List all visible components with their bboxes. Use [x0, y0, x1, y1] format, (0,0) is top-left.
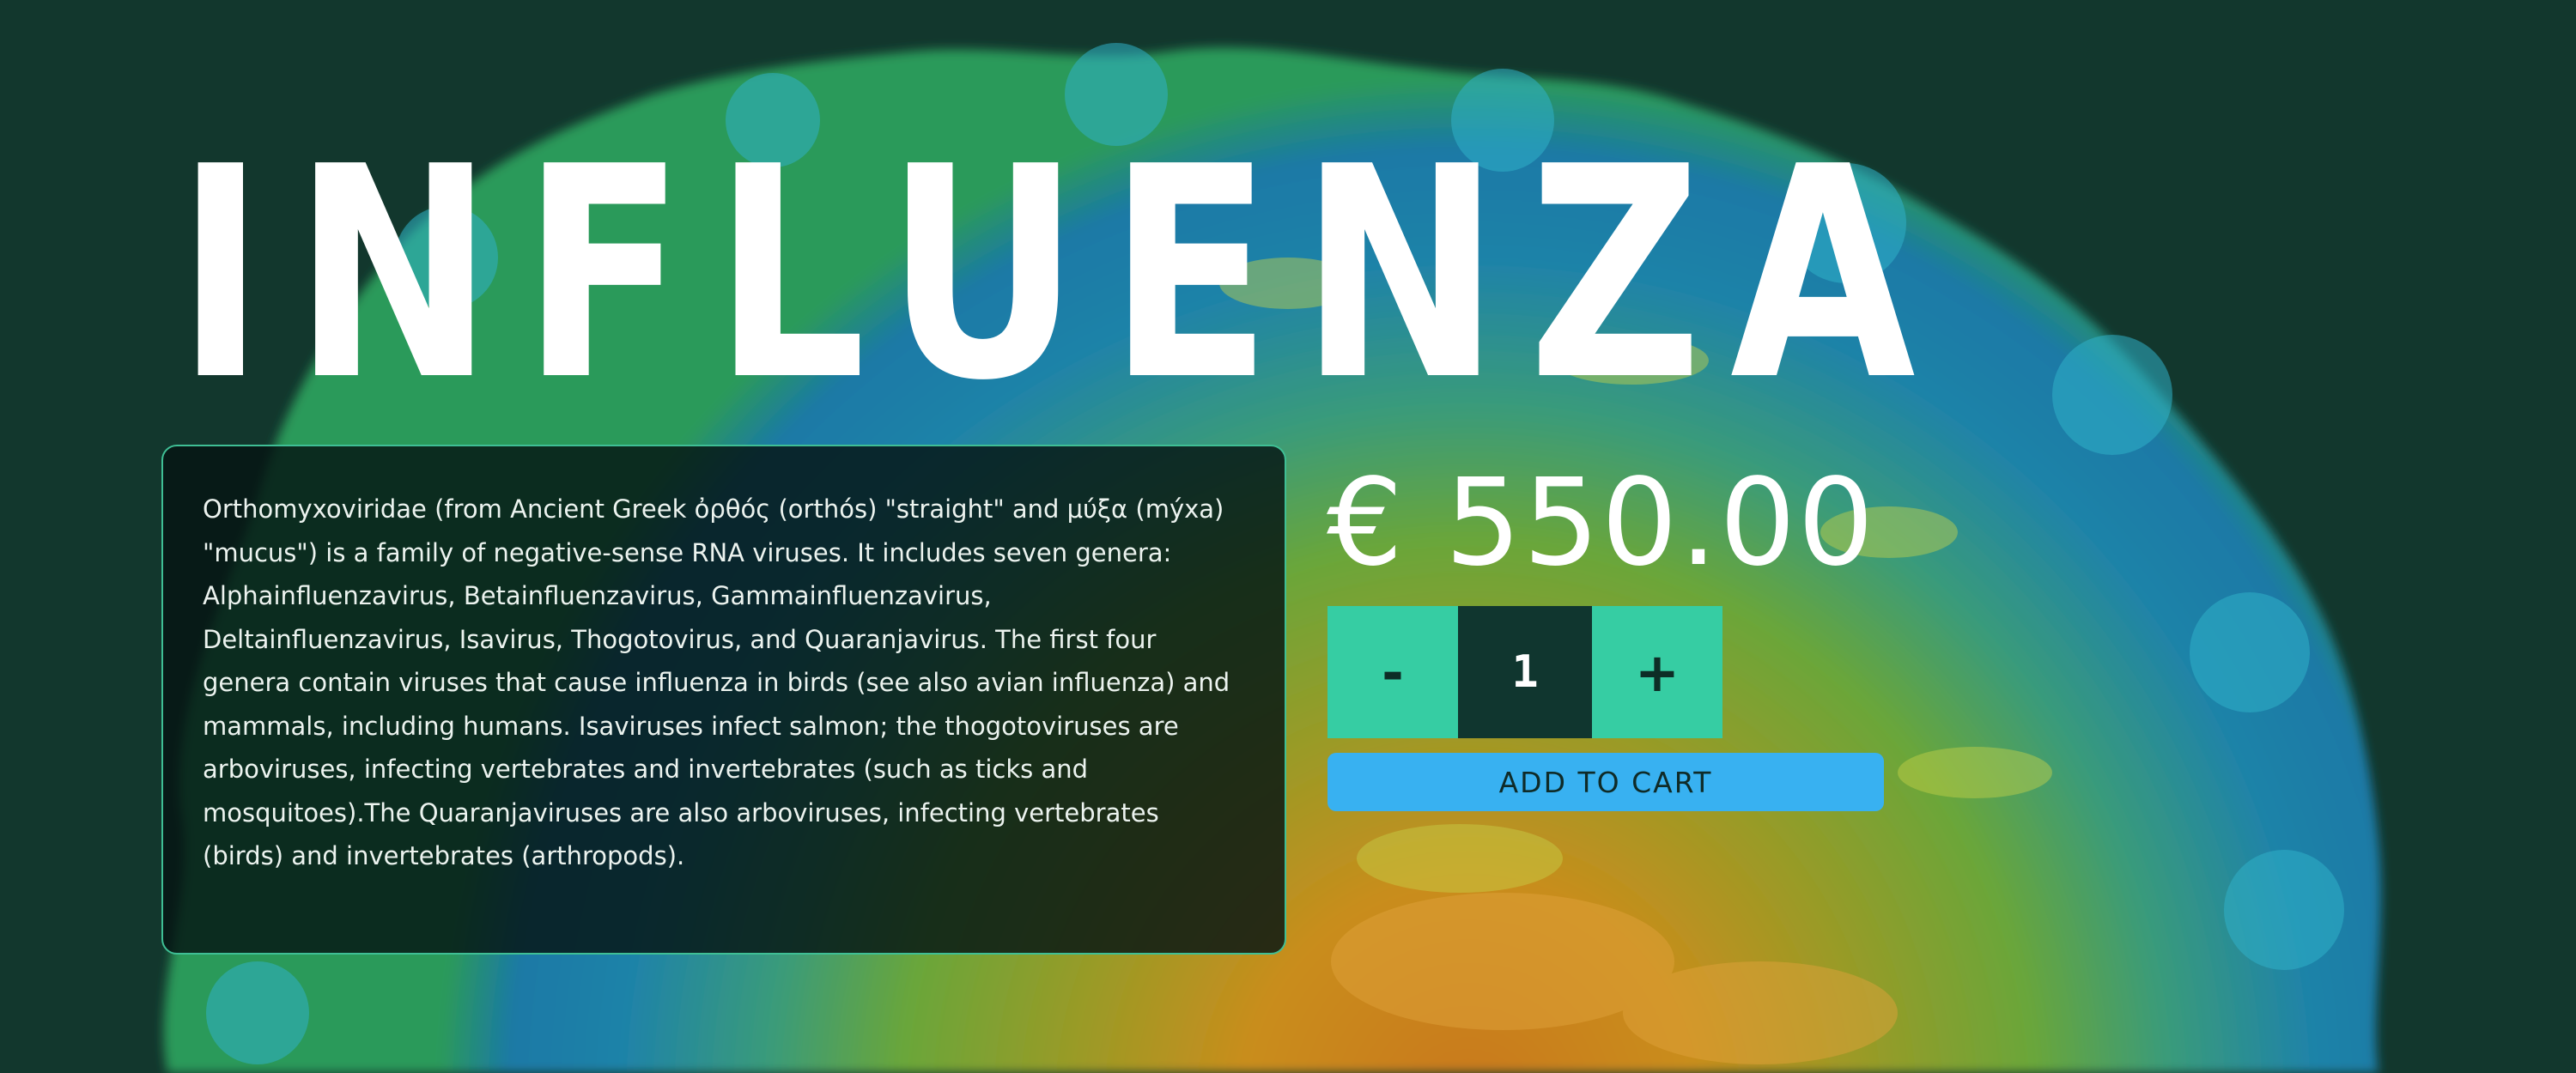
product-description: Orthomyxoviridae (from Ancient Greek ὀρθ…	[203, 494, 1230, 870]
quantity-stepper: - 1 +	[1327, 606, 1722, 738]
increment-button[interactable]: +	[1592, 606, 1722, 738]
product-title: INFLUENZA	[176, 105, 1944, 445]
add-to-cart-button[interactable]: ADD TO CART	[1327, 753, 1884, 811]
description-card: Orthomyxoviridae (from Ancient Greek ὀρθ…	[161, 445, 1286, 955]
product-price: € 550.00	[1327, 453, 1876, 593]
decrement-button[interactable]: -	[1327, 606, 1458, 738]
quantity-value[interactable]: 1	[1458, 606, 1592, 738]
